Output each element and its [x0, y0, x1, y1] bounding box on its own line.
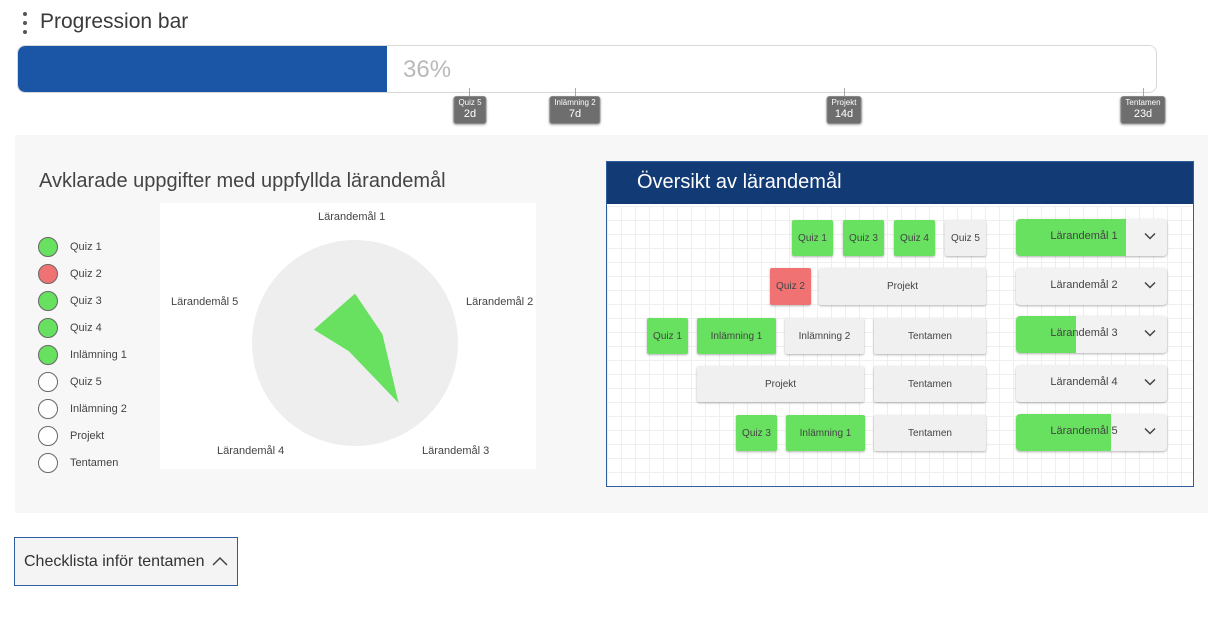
progress-fill — [18, 46, 387, 92]
legend-label: Quiz 3 — [70, 295, 102, 307]
milestone-tick — [1143, 88, 1144, 96]
milestone-name: Projekt — [831, 98, 857, 107]
legend-item: Projekt — [38, 426, 104, 446]
goal-label: Lärandemål 4 — [1050, 376, 1118, 388]
task-chip[interactable]: Quiz 1 — [647, 318, 688, 354]
chevron-down-icon — [1144, 232, 1156, 240]
exam-checklist-button[interactable]: Checklista inför tentamen — [14, 537, 238, 586]
milestone-tag[interactable]: Quiz 5 2d — [453, 96, 487, 124]
task-chip[interactable]: Tentamen — [874, 415, 986, 451]
legend-label: Inlämning 2 — [70, 403, 127, 415]
goal-label: Lärandemål 5 — [1050, 425, 1118, 437]
legend-item: Quiz 4 — [38, 318, 102, 338]
radar-chart: Lärandemål 1 Lärandemål 2 Lärandemål 3 L… — [160, 203, 536, 469]
status-circle-icon — [38, 291, 58, 311]
legend-item: Quiz 5 — [38, 372, 102, 392]
task-chip[interactable]: Inlämning 2 — [785, 318, 864, 354]
goal-dropdown[interactable]: Lärandemål 5 — [1016, 414, 1167, 451]
milestone-tag[interactable]: Inlämning 2 7d — [549, 96, 601, 124]
chevron-down-icon — [1144, 281, 1156, 289]
legend-item: Inlämning 1 — [38, 345, 127, 365]
task-chip[interactable]: Quiz 3 — [843, 220, 884, 256]
task-chip[interactable]: Tentamen — [874, 366, 986, 402]
legend-label: Projekt — [70, 430, 105, 442]
status-circle-icon — [38, 453, 58, 473]
task-chip[interactable]: Quiz 2 — [770, 268, 811, 305]
legend-item: Quiz 1 — [38, 237, 102, 257]
goal-dropdown[interactable]: Lärandemål 2 — [1016, 268, 1167, 305]
milestone-tag[interactable]: Tentamen 23d — [1120, 96, 1166, 124]
legend-label: Quiz 2 — [70, 268, 102, 280]
milestone-days: 7d — [568, 108, 582, 120]
goal-dropdown[interactable]: Lärandemål 4 — [1016, 365, 1167, 402]
task-chip[interactable]: Projekt — [697, 366, 864, 402]
left-panel-title: Avklarade uppgifter med uppfyllda lärand… — [39, 170, 446, 192]
status-circle-icon — [38, 318, 58, 338]
legend-label: Quiz 1 — [70, 241, 102, 253]
status-circle-icon — [38, 426, 58, 446]
chevron-up-icon — [212, 556, 228, 566]
radar-axis-label: Lärandemål 1 — [318, 211, 386, 223]
legend-label: Tentamen — [70, 457, 119, 469]
status-circle-icon — [38, 237, 58, 257]
progress-percent-label: 36% — [403, 56, 452, 83]
legend-item: Tentamen — [38, 453, 118, 473]
page-title: Progression bar — [40, 10, 189, 33]
status-circle-icon — [38, 345, 58, 365]
progress-bar: 36% — [17, 45, 1157, 93]
task-chip[interactable]: Inlämning 1 — [786, 415, 865, 451]
task-chip[interactable]: Quiz 3 — [736, 415, 777, 451]
milestone-days: 23d — [1133, 108, 1153, 120]
radar-axis-label: Lärandemål 4 — [217, 445, 285, 457]
milestone-tick — [844, 88, 845, 96]
milestone-name: Tentamen — [1125, 98, 1161, 107]
milestone-tag[interactable]: Projekt 14d — [826, 96, 862, 124]
status-circle-icon — [38, 264, 58, 284]
task-chip[interactable]: Quiz 4 — [894, 220, 935, 256]
kebab-menu-icon[interactable] — [20, 12, 30, 34]
task-chip[interactable]: Inlämning 1 — [697, 318, 776, 354]
radar-axis-label: Lärandemål 3 — [422, 445, 490, 457]
task-chip[interactable]: Quiz 5 — [945, 220, 986, 256]
goal-label: Lärandemål 3 — [1050, 327, 1118, 339]
legend-item: Quiz 2 — [38, 264, 102, 284]
task-chip[interactable]: Quiz 1 — [792, 220, 833, 256]
legend-item: Inlämning 2 — [38, 399, 127, 419]
radar-axis-label: Lärandemål 2 — [466, 296, 534, 308]
task-chip[interactable]: Tentamen — [874, 318, 986, 354]
goal-label: Lärandemål 1 — [1050, 230, 1118, 242]
milestone-tick — [469, 88, 470, 96]
milestone-days: 2d — [463, 108, 477, 120]
legend-label: Inlämning 1 — [70, 349, 127, 361]
chevron-down-icon — [1144, 427, 1156, 435]
legend-item: Quiz 3 — [38, 291, 102, 311]
milestone-name: Quiz 5 — [458, 98, 482, 107]
legend-label: Quiz 4 — [70, 322, 102, 334]
goal-dropdown[interactable]: Lärandemål 3 — [1016, 316, 1167, 353]
milestone-name: Inlämning 2 — [554, 98, 596, 107]
card-header: Översikt av lärandemål — [607, 162, 1193, 204]
goal-label: Lärandemål 2 — [1050, 279, 1118, 291]
checklist-label: Checklista inför tentamen — [24, 552, 205, 570]
radar-axis-label: Lärandemål 5 — [171, 296, 239, 308]
milestone-tick — [575, 88, 576, 96]
card-title: Översikt av lärandemål — [637, 171, 842, 193]
milestone-days: 14d — [834, 108, 854, 120]
legend-label: Quiz 5 — [70, 376, 102, 388]
chevron-down-icon — [1144, 378, 1156, 386]
goal-dropdown[interactable]: Lärandemål 1 — [1016, 219, 1167, 256]
chevron-down-icon — [1144, 329, 1156, 337]
status-circle-icon — [38, 372, 58, 392]
task-chip[interactable]: Projekt — [819, 268, 986, 305]
status-circle-icon — [38, 399, 58, 419]
